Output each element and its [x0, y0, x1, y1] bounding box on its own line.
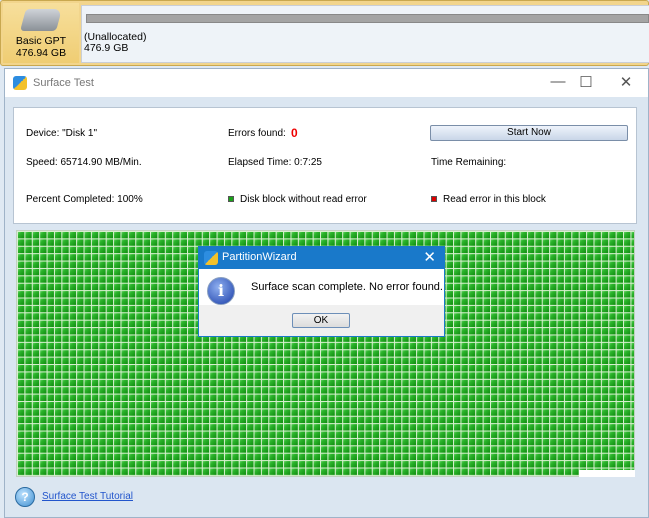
- tutorial-link[interactable]: Surface Test Tutorial: [42, 491, 133, 502]
- close-button[interactable]: ✕: [614, 73, 638, 93]
- title-bar: Surface Test — ☐ ✕: [5, 69, 648, 97]
- start-now-button[interactable]: Start Now: [430, 125, 628, 141]
- disk-map: Basic GPT 476.94 GB (Unallocated) 476.9 G…: [0, 0, 649, 66]
- help-icon[interactable]: ?: [15, 487, 35, 507]
- ok-button[interactable]: OK: [292, 313, 350, 328]
- info-panel: Device: "Disk 1" Errors found: 0 Start N…: [13, 107, 637, 224]
- dialog-message: Surface scan complete. No error found.: [251, 281, 443, 293]
- legend-ok: Disk block without read error: [240, 194, 367, 205]
- hard-disk-icon: [20, 9, 62, 31]
- green-block-icon: [228, 196, 234, 203]
- partition-size: 476.9 GB: [84, 42, 129, 54]
- device-label: Device: "Disk 1": [26, 128, 98, 139]
- disk-type: Basic GPT: [15, 35, 67, 47]
- message-dialog: PartitionWizard ✕ i Surface scan complet…: [198, 246, 445, 337]
- dialog-title: PartitionWizard: [222, 251, 297, 263]
- legend-error: Read error in this block: [443, 194, 546, 205]
- partition-usage-bar: [86, 14, 649, 23]
- dialog-close-button[interactable]: ✕: [423, 248, 436, 266]
- block-map-empty: [579, 470, 635, 477]
- disk-size: 476.94 GB: [15, 47, 67, 59]
- time-remaining-label: Time Remaining:: [431, 157, 507, 168]
- app-icon: [204, 251, 218, 265]
- speed-label: Speed: 65714.90 MB/Min.: [26, 157, 142, 168]
- errors-label: Errors found:: [228, 128, 286, 139]
- info-icon: i: [207, 277, 235, 305]
- disk-item[interactable]: Basic GPT 476.94 GB: [3, 3, 79, 63]
- red-block-icon: [431, 196, 437, 203]
- partition-unallocated[interactable]: (Unallocated) 476.9 GB: [81, 5, 649, 63]
- maximize-button[interactable]: ☐: [574, 73, 598, 93]
- minimize-button[interactable]: —: [546, 73, 570, 93]
- app-icon: [13, 76, 27, 90]
- percent-completed-label: Percent Completed: 100%: [26, 194, 143, 205]
- window-title: Surface Test: [33, 77, 94, 89]
- errors-value: 0: [291, 126, 298, 140]
- dialog-title-bar: PartitionWizard ✕: [199, 247, 444, 269]
- elapsed-time-label: Elapsed Time: 0:7:25: [228, 157, 322, 168]
